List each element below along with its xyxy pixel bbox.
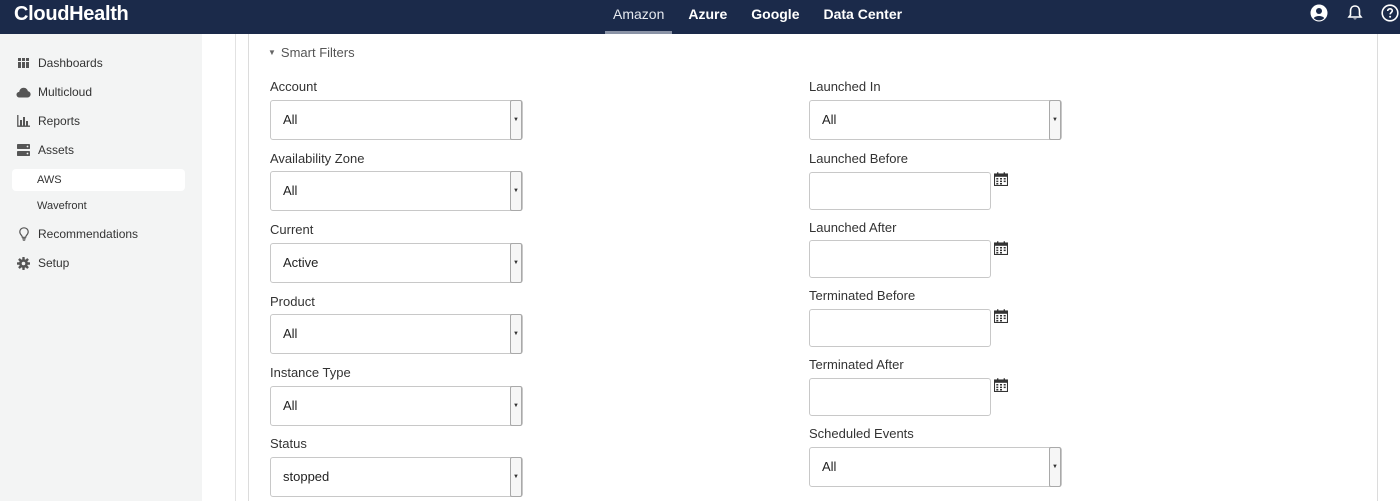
sidebar-item-label: Assets [38, 143, 75, 157]
dashboard-grid-icon [16, 56, 31, 71]
sidebar-item-label: Recommendations [38, 227, 139, 241]
select-arrow-icon: ▼ [510, 386, 522, 426]
instance-type-select[interactable]: All ▼ [270, 386, 523, 426]
current-label: Current [270, 222, 314, 237]
calendar-icon[interactable] [993, 172, 1009, 187]
sidebar-item-label: Reports [38, 114, 81, 128]
sidebar-item-multicloud[interactable]: Multicloud [16, 81, 92, 103]
user-icon[interactable] [1310, 4, 1328, 22]
tab-google[interactable]: Google [743, 0, 807, 34]
select-arrow-icon: ▼ [510, 457, 522, 497]
select-arrow-icon: ▼ [510, 100, 522, 140]
availability-zone-select-value: All [283, 183, 298, 198]
status-select-value: stopped [283, 469, 330, 484]
terminated-after-input[interactable] [809, 378, 991, 416]
launched-in-select[interactable]: All ▼ [809, 100, 1062, 140]
availability-zone-label: Availability Zone [270, 151, 365, 166]
sidebar-item-label: Dashboards [38, 56, 103, 70]
launched-after-label: Launched After [809, 220, 897, 235]
account-label: Account [270, 79, 317, 94]
product-select-value: All [283, 326, 298, 341]
smart-filters-toggle[interactable]: ▼ Smart Filters [268, 45, 355, 60]
launched-in-label: Launched In [809, 79, 881, 94]
select-arrow-icon: ▼ [1049, 447, 1061, 487]
launched-in-select-value: All [822, 112, 837, 127]
instance-type-select-value: All [283, 398, 298, 413]
availability-zone-select[interactable]: All ▼ [270, 171, 523, 211]
sidebar-item-reports[interactable]: Reports [16, 110, 80, 132]
caret-down-icon: ▼ [268, 48, 276, 57]
account-select-value: All [283, 112, 298, 127]
scheduled-events-select[interactable]: All ▼ [809, 447, 1062, 487]
smart-filters-title: Smart Filters [280, 45, 355, 60]
calendar-icon[interactable] [993, 241, 1009, 256]
sidebar-item-label: Setup [38, 256, 70, 270]
current-select-value: Active [283, 255, 319, 270]
sidebar-subitem-wavefront[interactable]: Wavefront [12, 195, 185, 217]
top-navigation-bar: CloudHealth Amazon Azure Google Data Cen… [0, 0, 1400, 34]
sidebar-subitem-aws[interactable]: AWS [12, 169, 185, 191]
select-arrow-icon: ▼ [510, 314, 522, 354]
lightbulb-icon [16, 227, 31, 242]
status-label: Status [270, 436, 307, 451]
bell-icon[interactable] [1346, 4, 1364, 22]
sidebar-item-assets[interactable]: Assets [16, 139, 74, 161]
terminated-after-label: Terminated After [809, 357, 904, 372]
cloud-icon [16, 85, 31, 100]
bar-chart-icon [16, 114, 31, 129]
calendar-icon[interactable] [993, 309, 1009, 324]
launched-before-label: Launched Before [809, 151, 909, 166]
sidebar-item-setup[interactable]: Setup [16, 252, 69, 274]
cloudhealth-logo[interactable]: CloudHealth [14, 3, 129, 26]
launched-before-input[interactable] [809, 172, 991, 210]
gear-icon [16, 256, 31, 271]
server-icon [16, 143, 31, 158]
account-select[interactable]: All ▼ [270, 100, 523, 140]
product-label: Product [270, 294, 315, 309]
tab-amazon[interactable]: Amazon [605, 0, 673, 34]
cloud-tabs: Amazon Azure Google Data Center [605, 0, 918, 34]
current-select[interactable]: Active ▼ [270, 243, 523, 283]
status-select[interactable]: stopped ▼ [270, 457, 523, 497]
scheduled-events-label: Scheduled Events [809, 426, 914, 441]
help-icon[interactable] [1381, 4, 1399, 22]
terminated-before-label: Terminated Before [809, 288, 916, 303]
sidebar-item-recommendations[interactable]: Recommendations [16, 223, 138, 245]
sidebar-item-dashboards[interactable]: Dashboards [16, 52, 103, 74]
instance-type-label: Instance Type [270, 365, 351, 380]
product-select[interactable]: All ▼ [270, 314, 523, 354]
select-arrow-icon: ▼ [510, 243, 522, 283]
scheduled-events-select-value: All [822, 459, 837, 474]
tab-azure[interactable]: Azure [680, 0, 735, 34]
sidebar-item-label: Multicloud [38, 85, 93, 99]
calendar-icon[interactable] [993, 378, 1009, 393]
tab-data-center[interactable]: Data Center [816, 0, 911, 34]
select-arrow-icon: ▼ [510, 171, 522, 211]
terminated-before-input[interactable] [809, 309, 991, 347]
launched-after-input[interactable] [809, 240, 991, 278]
select-arrow-icon: ▼ [1049, 100, 1061, 140]
